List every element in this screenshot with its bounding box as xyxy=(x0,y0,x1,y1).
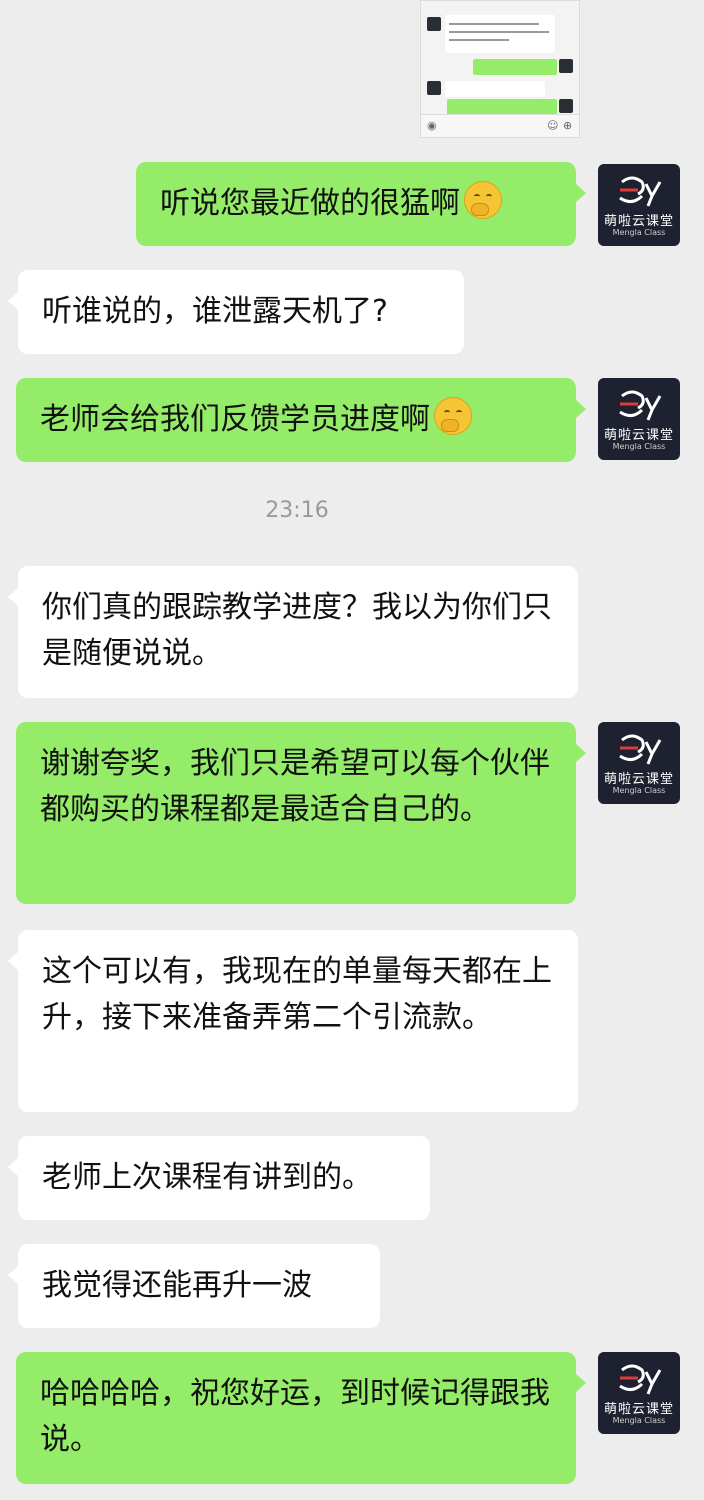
brand-logo-icon xyxy=(619,734,662,765)
thinking-face-emoji-icon xyxy=(434,397,472,435)
message-text: 听说您最近做的很猛啊 xyxy=(160,186,460,221)
avatar-brand-subtitle: Mengla Class xyxy=(612,228,666,237)
message-bubble-incoming[interactable]: 听谁说的，谁泄露天机了? xyxy=(8,270,464,354)
avatar-brand-subtitle: Mengla Class xyxy=(612,442,666,451)
message-bubble-incoming[interactable]: 老师上次课程有讲到的。 xyxy=(8,1136,430,1220)
avatar-brand-name: 萌啦云课堂 xyxy=(603,1402,674,1417)
avatar-brand-subtitle: Mengla Class xyxy=(612,786,666,795)
message-bubble-incoming[interactable]: 你们真的跟踪教学进度？我以为你们只是随便说说。 xyxy=(8,566,578,698)
message-text: 哈哈哈哈，祝您好运，到时候记得跟我说。 xyxy=(40,1376,550,1457)
thumb-input-bar: ◉ ☺ ⊕ xyxy=(421,114,579,137)
thumb-avatar xyxy=(559,99,573,113)
avatar[interactable]: 萌啦云课堂 Mengla Class xyxy=(598,378,680,460)
avatar-brand-name: 萌啦云课堂 xyxy=(603,428,674,443)
thumb-bubble xyxy=(473,59,557,75)
brand-logo-icon xyxy=(619,176,662,207)
brand-logo-icon xyxy=(619,1364,662,1395)
message-bubble-incoming[interactable]: 我觉得还能再升一波 xyxy=(8,1244,380,1328)
thinking-face-emoji-icon xyxy=(464,181,502,219)
message-bubble-outgoing[interactable]: 听说您最近做的很猛啊 xyxy=(136,162,586,246)
message-text: 我觉得还能再升一波 xyxy=(42,1268,312,1303)
embedded-chat-screenshot[interactable]: ◉ ☺ ⊕ xyxy=(420,0,580,138)
thumb-bubble xyxy=(445,15,555,53)
brand-logo-icon xyxy=(619,390,662,421)
message-text: 听谁说的，谁泄露天机了? xyxy=(42,294,388,329)
thumb-bubble xyxy=(447,99,557,115)
message-bubble-outgoing[interactable]: 哈哈哈哈，祝您好运，到时候记得跟我说。 xyxy=(16,1352,586,1484)
avatar-brand-subtitle: Mengla Class xyxy=(612,1416,666,1425)
message-text: 老师会给我们反馈学员进度啊 xyxy=(40,402,430,437)
message-text: 这个可以有，我现在的单量每天都在上升，接下来准备弄第二个引流款。 xyxy=(42,954,552,1035)
message-bubble-outgoing[interactable]: 谢谢夸奖，我们只是希望可以每个伙伴都购买的课程都是最适合自己的。 xyxy=(16,722,586,904)
avatar[interactable]: 萌啦云课堂 Mengla Class xyxy=(598,722,680,804)
avatar[interactable]: 萌啦云课堂 Mengla Class xyxy=(598,1352,680,1434)
message-bubble-outgoing[interactable]: 老师会给我们反馈学员进度啊 xyxy=(16,378,586,462)
message-text: 老师上次课程有讲到的。 xyxy=(42,1160,372,1195)
avatar[interactable]: 萌啦云课堂 Mengla Class xyxy=(598,164,680,246)
message-text: 谢谢夸奖，我们只是希望可以每个伙伴都购买的课程都是最适合自己的。 xyxy=(40,746,550,827)
thumb-bubble xyxy=(445,81,545,97)
avatar-brand-name: 萌啦云课堂 xyxy=(603,772,674,787)
message-bubble-incoming[interactable]: 这个可以有，我现在的单量每天都在上升，接下来准备弄第二个引流款。 xyxy=(8,930,578,1112)
avatar-brand-name: 萌啦云课堂 xyxy=(603,214,674,229)
timestamp: 23:16 xyxy=(265,498,329,523)
thumb-avatar xyxy=(427,81,441,95)
thumb-avatar xyxy=(427,17,441,31)
message-text: 你们真的跟踪教学进度？我以为你们只是随便说说。 xyxy=(42,590,552,671)
thumb-avatar xyxy=(559,59,573,73)
